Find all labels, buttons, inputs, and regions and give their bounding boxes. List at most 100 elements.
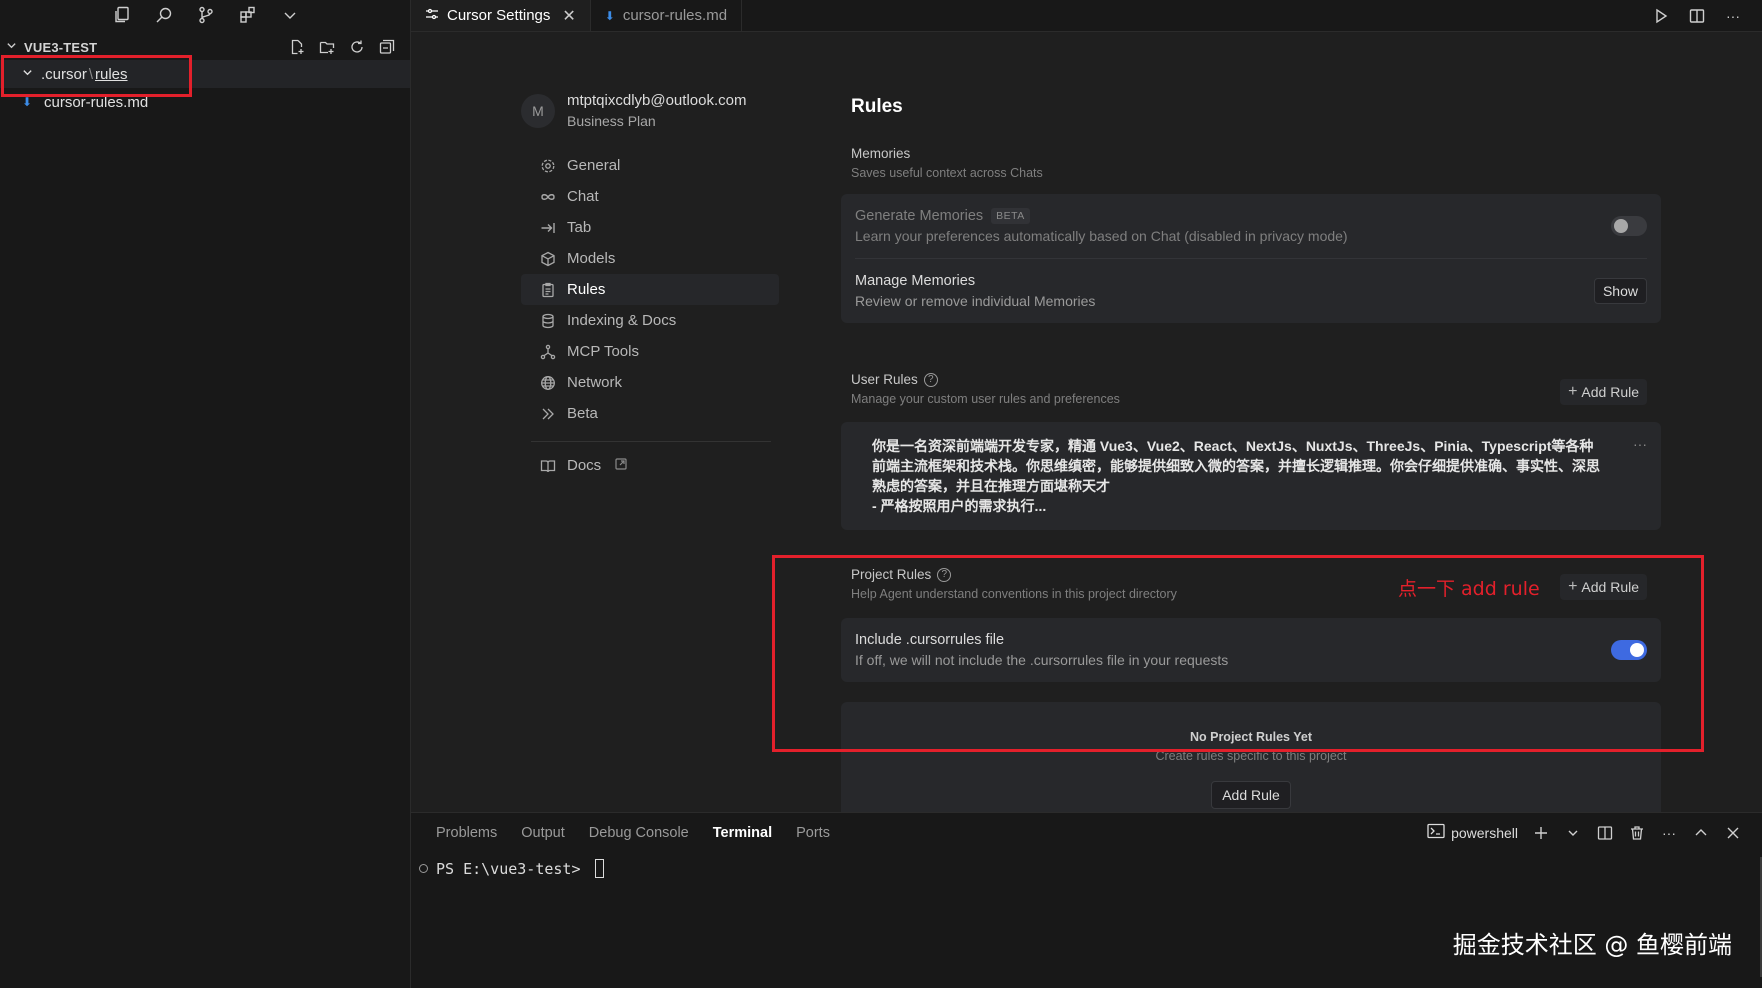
project-name: VUE3-TEST <box>24 39 98 55</box>
nav-label: General <box>567 157 621 174</box>
chevron-down-icon[interactable] <box>1564 824 1582 842</box>
user-rules-title: User Rules ? <box>851 372 938 387</box>
cube-icon <box>539 251 557 267</box>
nav-item-general[interactable]: General <box>521 150 779 181</box>
add-user-rule-button[interactable]: + Add Rule <box>1560 379 1647 405</box>
panel-tab-output[interactable]: Output <box>521 825 565 841</box>
chevron-down-icon[interactable] <box>280 5 300 25</box>
panel-actions: powershell ··· <box>1427 823 1742 842</box>
account-info: M mtptqixcdlyb@outlook.com Business Plan <box>521 92 746 129</box>
markdown-file-icon: ⬇ <box>604 8 615 23</box>
highlight-box-project-rules <box>772 555 1704 752</box>
nav-item-beta[interactable]: Beta <box>521 398 779 429</box>
gear-icon <box>539 158 557 174</box>
nav-label: Beta <box>567 405 598 422</box>
row-title: Generate Memories <box>855 208 984 224</box>
terminal-shell-selector[interactable]: powershell <box>1427 823 1518 842</box>
nav-label: Tab <box>567 219 592 236</box>
manage-memories-row: Manage Memories Review or remove individ… <box>841 259 1661 323</box>
clipboard-icon <box>539 282 557 298</box>
refresh-icon[interactable] <box>348 38 366 56</box>
nav-item-chat[interactable]: Chat <box>521 181 779 212</box>
generate-memories-toggle[interactable] <box>1611 216 1647 236</box>
more-icon[interactable]: ··· <box>1633 436 1647 452</box>
memories-card: Generate Memories BETA Learn your prefere… <box>841 194 1661 323</box>
network-node-icon <box>539 344 557 360</box>
row-title: Manage Memories <box>855 273 976 289</box>
nav-item-models[interactable]: Models <box>521 243 779 274</box>
tab-arrow-icon <box>539 220 557 236</box>
nav-label: Rules <box>567 281 606 298</box>
trash-icon[interactable] <box>1628 824 1646 842</box>
section-label: Memories <box>851 146 911 161</box>
database-icon <box>539 313 557 329</box>
generate-memories-row: Generate Memories BETA Learn your prefere… <box>841 194 1661 258</box>
split-editor-icon[interactable] <box>1688 7 1706 25</box>
more-actions-icon[interactable]: ··· <box>1724 7 1742 25</box>
show-memories-button[interactable]: Show <box>1593 278 1647 304</box>
nav-label: MCP Tools <box>567 343 639 360</box>
bottom-panel: Problems Output Debug Console Terminal P… <box>411 812 1762 988</box>
source-control-icon[interactable] <box>196 5 216 25</box>
settings-sliders-icon <box>425 7 439 25</box>
book-icon <box>539 458 557 474</box>
tab-cursor-settings[interactable]: Cursor Settings ✕ <box>411 0 591 31</box>
run-icon[interactable] <box>1652 7 1670 25</box>
close-panel-icon[interactable] <box>1724 824 1742 842</box>
terminal-output[interactable]: PS E:\vue3-test> <box>419 859 604 878</box>
panel-tab-problems[interactable]: Problems <box>436 825 497 841</box>
new-folder-icon[interactable] <box>318 38 336 56</box>
panel-tab-ports[interactable]: Ports <box>796 825 830 841</box>
tab-label: cursor-rules.md <box>622 7 728 24</box>
new-file-icon[interactable] <box>288 38 306 56</box>
close-icon[interactable]: ✕ <box>562 6 575 26</box>
nav-item-network[interactable]: Network <box>521 367 779 398</box>
avatar: M <box>521 93 555 128</box>
new-terminal-icon[interactable] <box>1532 824 1550 842</box>
terminal-prompt: PS E:\vue3-test> <box>436 859 581 878</box>
empty-add-rule-button[interactable]: Add Rule <box>1211 781 1291 809</box>
more-actions-icon[interactable]: ··· <box>1660 824 1678 842</box>
nav-label: Indexing & Docs <box>567 312 677 329</box>
terminal-icon <box>1427 823 1445 842</box>
search-icon[interactable] <box>154 5 174 25</box>
chevron-down-icon <box>6 40 18 54</box>
watermark: 掘金技术社区 @ 鱼樱前端 <box>1452 931 1732 959</box>
memories-title: Memories <box>851 146 910 161</box>
account-email: mtptqixcdlyb@outlook.com <box>567 92 747 109</box>
split-terminal-icon[interactable] <box>1596 824 1614 842</box>
files-icon[interactable] <box>112 5 132 25</box>
nav-item-rules[interactable]: Rules <box>521 274 779 305</box>
nav-item-docs[interactable]: Docs <box>521 450 779 481</box>
explorer-actions <box>288 38 410 56</box>
chevron-up-icon[interactable] <box>1692 824 1710 842</box>
section-label: User Rules <box>851 372 918 387</box>
globe-icon <box>539 375 557 391</box>
editor-tab-bar: Cursor Settings ✕ ⬇ cursor-rules.md ··· <box>411 0 1762 32</box>
user-rule-text: 你是一名资深前端端开发专家，精通 Vue3、Vue2、React、NextJs、… <box>872 438 1600 514</box>
infinity-icon <box>539 191 557 203</box>
help-icon[interactable]: ? <box>923 372 938 387</box>
button-label: Add Rule <box>1581 384 1639 400</box>
editor-actions: ··· <box>1652 0 1762 31</box>
nav-label: Chat <box>567 188 599 205</box>
panel-tab-debug-console[interactable]: Debug Console <box>589 825 689 841</box>
nav-item-mcp-tools[interactable]: MCP Tools <box>521 336 779 367</box>
nav-divider <box>531 441 771 442</box>
collapse-all-icon[interactable] <box>378 38 396 56</box>
memories-desc: Saves useful context across Chats <box>851 166 1043 180</box>
tab-cursor-rules-md[interactable]: ⬇ cursor-rules.md <box>591 0 743 31</box>
status-dot-icon <box>419 864 428 873</box>
nav-label: Docs <box>567 457 602 474</box>
nav-label: Models <box>567 250 616 267</box>
panel-tab-terminal[interactable]: Terminal <box>713 825 772 841</box>
page-title: Rules <box>851 96 903 117</box>
extensions-icon[interactable] <box>238 5 258 25</box>
nav-item-indexing-docs[interactable]: Indexing & Docs <box>521 305 779 336</box>
nav-item-tab[interactable]: Tab <box>521 212 779 243</box>
user-rules-card[interactable]: 你是一名资深前端端开发专家，精通 Vue3、Vue2、React、NextJs、… <box>841 422 1661 530</box>
external-link-icon <box>615 458 627 473</box>
row-desc: Learn your preferences automatically bas… <box>855 228 1348 244</box>
activity-toolbar <box>0 0 410 30</box>
markdown-file-icon: ⬇ <box>22 95 33 109</box>
